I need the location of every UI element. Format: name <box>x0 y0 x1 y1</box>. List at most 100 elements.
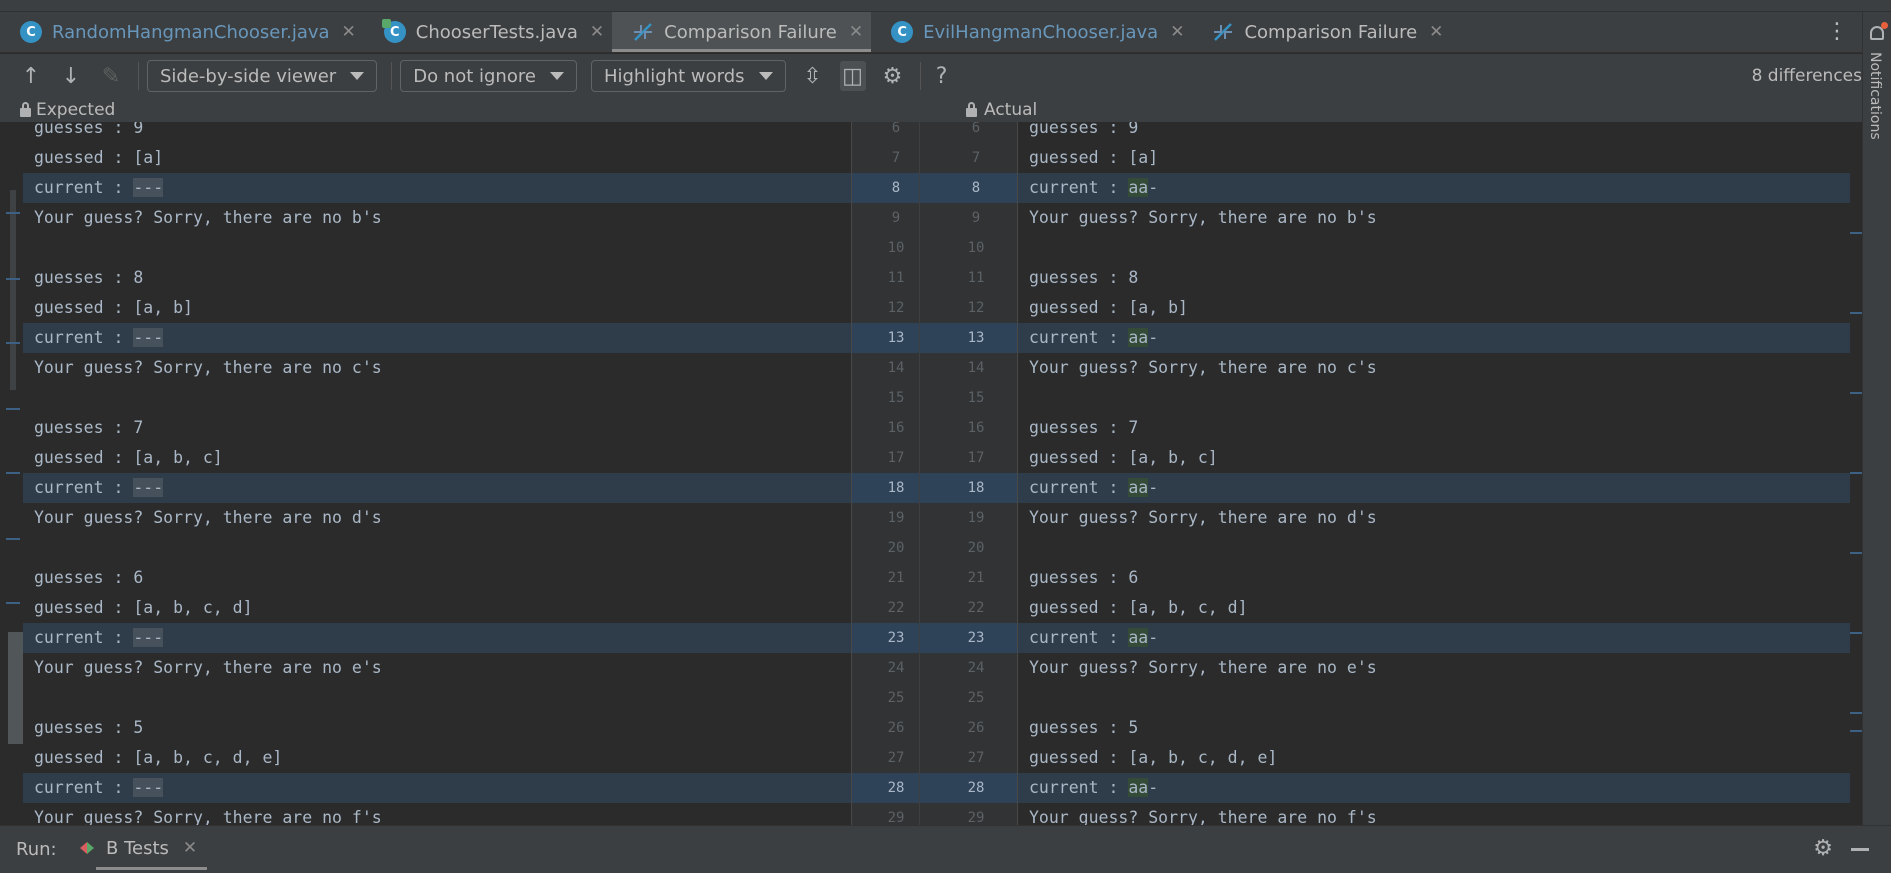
gutter-row: 11 11 <box>852 263 1017 293</box>
code-line: guesses : 6 <box>1018 563 1850 593</box>
line-number-left: 13 <box>887 330 905 346</box>
changed-line: current : --- <box>23 473 851 503</box>
line-number-right: 6 <box>971 122 981 136</box>
notifications-sidebar[interactable]: Notifications <box>1862 12 1891 825</box>
gear-icon[interactable]: ⚙ <box>1813 836 1833 861</box>
actual-editor-pane[interactable]: guesses : 9 guessed : [a] current : aa- You… <box>1018 122 1850 825</box>
code-line: guessed : [a, b, c, d] <box>23 593 851 623</box>
gutter-row: 29 29 <box>852 803 1017 825</box>
change-marker <box>6 278 20 280</box>
previous-difference-icon[interactable]: ↑ <box>18 61 44 91</box>
ignore-policy-dropdown[interactable]: Do not ignore <box>400 60 577 92</box>
line-number-right: 8 <box>971 180 981 196</box>
line-number-left: 24 <box>887 660 905 676</box>
edit-pencil-icon[interactable]: ✎ <box>98 61 124 91</box>
line-text: guesses : 9 <box>34 122 144 137</box>
line-text: guessed : [a, b] <box>1029 298 1188 317</box>
line-text: guesses : 5 <box>34 718 144 737</box>
line-number-right: 10 <box>967 240 985 256</box>
change-marker <box>10 190 16 390</box>
line-number-gutter: 6 6 7 7 8 8 9 9 10 10 11 11 12 12 13 13 14 14 15 15 16 16 17 17… <box>851 122 1018 825</box>
editor-tab[interactable]: C RandomHangmanChooser.java ✕ <box>0 12 364 52</box>
gutter-row: 12 12 <box>852 293 1017 323</box>
tab-label: Comparison Failure <box>664 21 837 43</box>
line-number-right: 9 <box>971 210 981 226</box>
gutter-row: 18 18 <box>852 473 1017 503</box>
help-button[interactable]: ? <box>929 61 955 91</box>
line-text: current : <box>34 328 134 347</box>
line-number-right: 21 <box>967 570 985 586</box>
expected-header: Expected <box>36 100 116 120</box>
gear-icon[interactable]: ⚙ <box>880 61 906 91</box>
changed-word: --- <box>133 178 164 197</box>
changed-line: current : --- <box>23 173 851 203</box>
tab-label: RandomHangmanChooser.java <box>52 21 330 43</box>
close-icon[interactable]: ✕ <box>590 22 604 42</box>
change-marker <box>1850 392 1862 394</box>
line-text: Your guess? Sorry, there are no b's <box>34 208 382 227</box>
highlight-policy-dropdown[interactable]: Highlight words <box>590 60 786 92</box>
line-number-right: 24 <box>967 660 985 676</box>
line-text: guessed : [a, b, c, d] <box>1029 598 1248 617</box>
java-class-icon: C <box>20 21 42 43</box>
gutter-divider <box>919 683 920 713</box>
close-icon[interactable]: ✕ <box>1429 22 1443 42</box>
minimize-icon[interactable] <box>1851 848 1869 851</box>
change-marker <box>1850 472 1862 474</box>
bell-icon[interactable] <box>1870 22 1888 40</box>
close-icon[interactable]: ✕ <box>1170 22 1184 42</box>
run-tab-b-tests[interactable]: B Tests ✕ <box>80 826 208 870</box>
editor-tab[interactable]: C ChooserTests.java ✕ <box>364 12 612 52</box>
line-number-right: 28 <box>967 780 985 796</box>
line-text: - <box>1148 628 1159 647</box>
close-icon[interactable]: ✕ <box>849 22 863 42</box>
viewer-mode-dropdown[interactable]: Side-by-side viewer <box>147 60 378 92</box>
close-icon[interactable]: ✕ <box>342 22 356 42</box>
change-marker <box>1850 632 1862 634</box>
line-text: Your guess? Sorry, there are no c's <box>34 358 382 377</box>
editor-tab[interactable]: Comparison Failure ✕ <box>612 12 872 52</box>
sync-scroll-icon[interactable]: ◫ <box>839 61 866 91</box>
editor-tab[interactable]: Comparison Failure ✕ <box>1192 12 1451 52</box>
editor-tab[interactable]: C EvilHangmanChooser.java ✕ <box>871 12 1192 52</box>
actual-header: Actual <box>984 100 1038 120</box>
line-number-right: 17 <box>967 450 985 466</box>
code-line: guessed : [a, b, c] <box>23 443 851 473</box>
line-number-left: 29 <box>887 810 905 825</box>
right-scrollbar[interactable] <box>1850 122 1862 825</box>
line-number-right: 7 <box>971 150 981 166</box>
code-line: guessed : [a, b, c] <box>1018 443 1850 473</box>
more-options-icon[interactable]: ⋮ <box>1826 21 1848 43</box>
notifications-label[interactable]: Notifications <box>1867 52 1883 140</box>
collapse-unchanged-icon[interactable]: ⇳ <box>800 61 826 91</box>
code-line: Your guess? Sorry, there are no b's <box>1018 203 1850 233</box>
line-text: guesses : 7 <box>34 418 144 437</box>
line-number-left: 17 <box>887 450 905 466</box>
line-number-right: 11 <box>967 270 985 286</box>
line-number-left: 20 <box>887 540 905 556</box>
highlight-policy-label: Highlight words <box>603 65 745 87</box>
line-text: current : <box>1029 478 1129 497</box>
chevron-down-icon <box>350 72 365 80</box>
gutter-row: 19 19 <box>852 503 1017 533</box>
next-difference-icon[interactable]: ↓ <box>58 61 84 91</box>
gutter-row: 17 17 <box>852 443 1017 473</box>
expected-editor-pane[interactable]: guesses : 9 guessed : [a] current : --- You… <box>23 122 851 825</box>
gutter-divider <box>919 533 920 563</box>
diff-icon <box>1212 21 1234 43</box>
code-line: guessed : [a] <box>1018 143 1850 173</box>
code-line: guessed : [a, b] <box>23 293 851 323</box>
line-text: current : <box>1029 628 1129 647</box>
line-text: current : <box>34 478 134 497</box>
gutter-divider <box>919 143 920 173</box>
tab-label: ChooserTests.java <box>415 21 578 43</box>
line-number-left: 10 <box>887 240 905 256</box>
line-number-right: 25 <box>967 690 985 706</box>
line-text: guesses : 8 <box>1029 268 1139 287</box>
line-text: guesses : 8 <box>34 268 144 287</box>
close-icon[interactable]: ✕ <box>183 838 197 858</box>
line-text: current : <box>1029 178 1129 197</box>
